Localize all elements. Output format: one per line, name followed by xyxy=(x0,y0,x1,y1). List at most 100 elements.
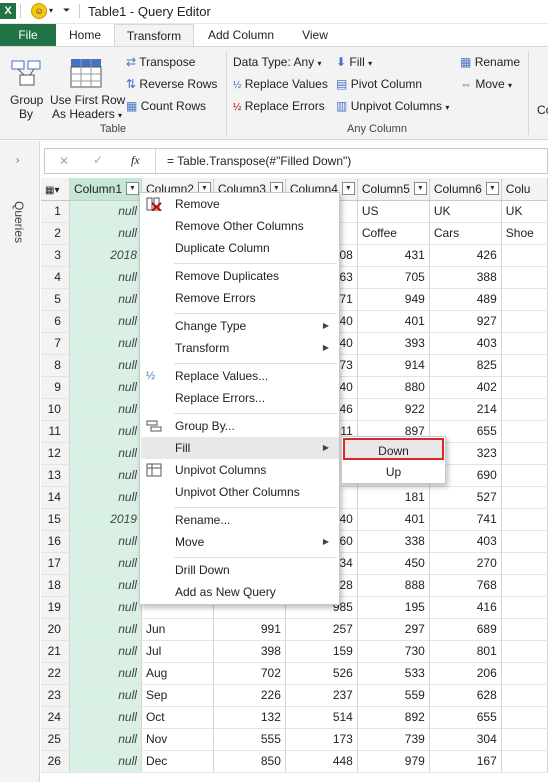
table-cell[interactable]: null xyxy=(69,332,142,355)
table-cell[interactable]: null xyxy=(69,684,142,707)
menu-item-drill-down[interactable]: Drill Down xyxy=(141,559,339,581)
use-first-row-as-headers-button[interactable]: Use First Row As Headers ▾ xyxy=(50,53,125,121)
rename-button[interactable]: ▦ Rename xyxy=(460,55,520,70)
table-cell[interactable]: 393 xyxy=(357,332,430,355)
column-filter-icon[interactable]: ▼ xyxy=(341,182,355,195)
menu-item-remove-other-columns[interactable]: Remove Other Columns xyxy=(141,215,339,237)
table-cell[interactable]: null xyxy=(69,354,142,377)
table-cell[interactable]: Dec xyxy=(141,750,214,773)
table-cell[interactable] xyxy=(501,618,548,641)
table-cell[interactable]: null xyxy=(69,200,142,223)
table-cell[interactable]: null xyxy=(69,222,142,245)
menu-item-move[interactable]: Move ▶ xyxy=(141,531,339,553)
data-type-dropdown[interactable]: Data Type: Any ▾ xyxy=(233,55,322,71)
table-cell[interactable]: 257 xyxy=(285,618,358,641)
table-cell[interactable]: 398 xyxy=(213,640,286,663)
table-cell[interactable]: 514 xyxy=(285,706,358,729)
table-cell[interactable]: 741 xyxy=(429,508,502,531)
table-cell[interactable]: UK xyxy=(501,200,548,223)
pivot-column-button[interactable]: ▤ Pivot Column xyxy=(336,77,422,92)
move-button[interactable]: ⇔ Move ▾ xyxy=(460,77,512,93)
table-cell[interactable]: 801 xyxy=(429,640,502,663)
menu-item-fill[interactable]: Fill ▶ xyxy=(141,437,339,459)
table-cell[interactable]: Coffee xyxy=(357,222,430,245)
table-cell[interactable] xyxy=(501,486,548,509)
confirm-icon[interactable]: ✓ xyxy=(93,153,103,167)
table-cell[interactable]: 825 xyxy=(429,354,502,377)
table-cell[interactable]: 850 xyxy=(213,750,286,773)
table-cell[interactable]: 401 xyxy=(357,310,430,333)
table-cell[interactable]: Cars xyxy=(429,222,502,245)
table-cell[interactable]: null xyxy=(69,464,142,487)
table-cell[interactable]: 403 xyxy=(429,530,502,553)
table-cell[interactable]: 270 xyxy=(429,552,502,575)
column-filter-icon[interactable]: ▼ xyxy=(485,182,499,195)
table-cell[interactable]: Jul xyxy=(141,640,214,663)
column-header[interactable]: Column5 ▼ xyxy=(357,178,430,201)
table-cell[interactable]: null xyxy=(69,420,142,443)
menu-item-change-type[interactable]: Change Type ▶ xyxy=(141,315,339,337)
table-cell[interactable]: 628 xyxy=(429,684,502,707)
table-cell[interactable]: 559 xyxy=(357,684,430,707)
table-cell[interactable]: 167 xyxy=(429,750,502,773)
submenu-item-down[interactable]: Down xyxy=(343,438,444,460)
submenu-item-up[interactable]: Up xyxy=(343,461,444,483)
table-cell[interactable]: 880 xyxy=(357,376,430,399)
replace-errors-button[interactable]: ½ Replace Errors xyxy=(233,99,325,115)
menu-item-replace-errors[interactable]: Replace Errors... xyxy=(141,387,339,409)
table-cell[interactable]: 226 xyxy=(213,684,286,707)
table-cell[interactable]: 892 xyxy=(357,706,430,729)
table-cell[interactable] xyxy=(501,750,548,773)
table-cell[interactable]: Aug xyxy=(141,662,214,685)
table-cell[interactable]: Jun xyxy=(141,618,214,641)
table-cell[interactable]: 527 xyxy=(429,486,502,509)
table-cell[interactable]: Oct xyxy=(141,706,214,729)
table-cell[interactable]: 297 xyxy=(357,618,430,641)
table-cell[interactable]: null xyxy=(69,640,142,663)
column-header[interactable]: Column6 ▼ xyxy=(429,178,502,201)
table-cell[interactable]: 132 xyxy=(213,706,286,729)
menu-item-duplicate-column[interactable]: Duplicate Column xyxy=(141,237,339,259)
replace-values-button[interactable]: ½ Replace Values xyxy=(233,77,328,93)
table-cell[interactable]: 489 xyxy=(429,288,502,311)
table-cell[interactable] xyxy=(501,464,548,487)
table-cell[interactable]: 214 xyxy=(429,398,502,421)
tab-transform[interactable]: Transform xyxy=(114,24,194,47)
table-cell[interactable] xyxy=(501,728,548,751)
table-cell[interactable]: null xyxy=(69,288,142,311)
smiley-dropdown-icon[interactable]: ▾ xyxy=(49,6,53,15)
fill-button[interactable]: ⬇ Fill ▾ xyxy=(336,55,372,71)
menu-item-remove[interactable]: Remove xyxy=(141,193,339,215)
table-cell[interactable]: null xyxy=(69,376,142,399)
table-cell[interactable]: null xyxy=(69,310,142,333)
table-cell[interactable] xyxy=(501,640,548,663)
table-cell[interactable] xyxy=(501,574,548,597)
table-cell[interactable]: 533 xyxy=(357,662,430,685)
menu-item-add-as-new-query[interactable]: Add as New Query xyxy=(141,581,339,603)
table-cell[interactable] xyxy=(501,442,548,465)
table-cell[interactable]: 979 xyxy=(357,750,430,773)
table-cell[interactable]: 2018 xyxy=(69,244,142,267)
table-cell[interactable] xyxy=(501,552,548,575)
table-cell[interactable]: 555 xyxy=(213,728,286,751)
tab-file[interactable]: File xyxy=(0,24,56,46)
table-cell[interactable] xyxy=(501,420,548,443)
table-cell[interactable]: null xyxy=(69,618,142,641)
table-cell[interactable]: 526 xyxy=(285,662,358,685)
menu-item-unpivot-columns[interactable]: Unpivot Columns xyxy=(141,459,339,481)
table-cell[interactable]: 927 xyxy=(429,310,502,333)
menu-item-unpivot-other-columns[interactable]: Unpivot Other Columns xyxy=(141,481,339,503)
formula-input[interactable]: = Table.Transpose(#"Filled Down") xyxy=(167,154,351,168)
unpivot-columns-button[interactable]: ▥ Unpivot Columns ▾ xyxy=(336,99,449,115)
reverse-rows-button[interactable]: ⇅ Reverse Rows xyxy=(126,77,217,92)
cancel-icon[interactable]: ✕ xyxy=(59,154,69,168)
table-cell[interactable]: 159 xyxy=(285,640,358,663)
menu-item-group-by[interactable]: Group By... xyxy=(141,415,339,437)
table-cell[interactable]: 181 xyxy=(357,486,430,509)
table-cell[interactable]: null xyxy=(69,398,142,421)
table-cell[interactable]: 338 xyxy=(357,530,430,553)
table-cell[interactable]: 426 xyxy=(429,244,502,267)
table-cell[interactable]: 195 xyxy=(357,596,430,619)
table-cell[interactable]: UK xyxy=(429,200,502,223)
table-cell[interactable] xyxy=(501,332,548,355)
